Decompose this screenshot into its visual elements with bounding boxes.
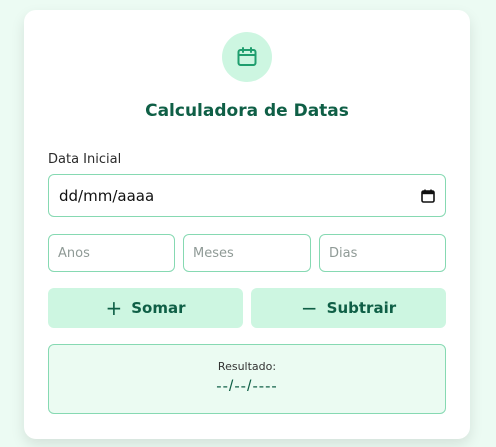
- months-input[interactable]: Meses: [183, 234, 311, 272]
- days-input[interactable]: Dias: [319, 234, 446, 272]
- result-label: Resultado:: [217, 360, 277, 373]
- header-icon-badge: [222, 32, 272, 82]
- calendar-icon: [237, 47, 257, 66]
- page-title: Calculadora de Datas: [145, 101, 349, 121]
- start-date-value: dd/mm/aaaa: [59, 186, 155, 205]
- result-value: --/--/----: [216, 378, 278, 395]
- calendar-picker-icon[interactable]: [421, 189, 435, 203]
- date-calculator-card: Calculadora de Datas Data Inicial dd/mm/…: [24, 10, 470, 439]
- subtract-button[interactable]: − Subtrair: [251, 288, 446, 328]
- add-button-label: Somar: [131, 299, 186, 317]
- months-placeholder: Meses: [193, 245, 234, 261]
- start-date-label: Data Inicial: [48, 152, 122, 167]
- days-placeholder: Dias: [329, 245, 358, 261]
- plus-icon: +: [105, 296, 123, 320]
- minus-icon: −: [300, 296, 318, 320]
- result-box: Resultado: --/--/----: [48, 344, 446, 414]
- years-placeholder: Anos: [58, 245, 90, 261]
- add-button[interactable]: + Somar: [48, 288, 243, 328]
- years-input[interactable]: Anos: [48, 234, 175, 272]
- subtract-button-label: Subtrair: [326, 299, 397, 317]
- start-date-input[interactable]: dd/mm/aaaa: [48, 174, 446, 217]
